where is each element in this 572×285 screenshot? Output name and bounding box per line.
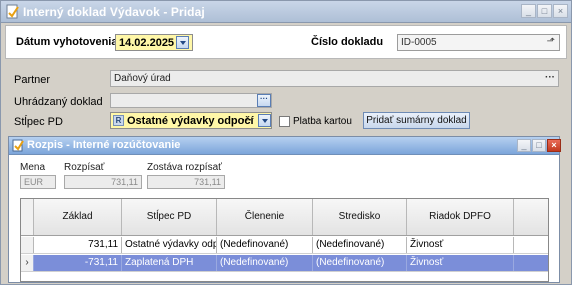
remaining-label: Zostáva rozpísať <box>147 162 222 173</box>
row-indicator <box>21 237 34 253</box>
currency-label: Mena <box>20 162 46 173</box>
main-window: Interný doklad Výdavok - Pridaj _ □ × Dá… <box>0 0 572 285</box>
add-summary-document-button[interactable]: Pridať sumárny doklad <box>363 112 470 129</box>
column-header-zaklad[interactable]: Základ <box>34 199 122 235</box>
column-header-clenenie[interactable]: Členenie <box>217 199 313 235</box>
paid-document-field[interactable] <box>110 93 272 108</box>
grid-header: Základ Stĺpec PD Členenie Stredisko Riad… <box>21 199 548 236</box>
cell-clenenie[interactable]: (Nedefinované) <box>217 255 313 271</box>
breakdown-minimize-button[interactable]: _ <box>517 139 531 152</box>
column-header-stlpec[interactable]: Stĺpec PD <box>122 199 217 235</box>
partner-value: Daňový úrad <box>114 73 171 84</box>
document-app-icon <box>12 139 24 152</box>
doc-number-label: Číslo dokladu <box>311 36 384 48</box>
breakdown-grid[interactable]: Základ Stĺpec PD Členenie Stredisko Riad… <box>20 198 549 282</box>
to-distribute-label: Rozpísať <box>64 162 105 173</box>
column-pd-field[interactable]: R Ostatné výdavky odpočíta ··· <box>110 112 272 129</box>
cell-riadok[interactable]: Živnosť <box>407 237 514 253</box>
card-payment-label: Platba kartou <box>293 116 352 127</box>
doc-number-value: ID-0005 <box>401 37 437 48</box>
header-indicator-cell <box>21 199 34 235</box>
date-dropdown-button[interactable] <box>176 36 189 49</box>
table-row[interactable]: › -731,11 Zaplatená DPH (Nedefinované) (… <box>21 255 548 272</box>
cell-zaklad[interactable]: 731,11 <box>34 237 122 253</box>
date-label: Dátum vyhotovenia <box>16 36 118 48</box>
breakdown-title: Rozpis - Interné rozúčtovanie <box>27 139 181 151</box>
doc-number-field[interactable]: ID-0005 ⬏ <box>397 34 560 51</box>
cell-riadok[interactable]: Živnosť <box>407 255 514 271</box>
partner-label: Partner <box>14 74 51 86</box>
paid-document-lookup-button[interactable]: ··· <box>257 94 271 107</box>
breakdown-close-button[interactable]: × <box>547 139 561 152</box>
column-header-stredisko[interactable]: Stredisko <box>313 199 407 235</box>
table-row[interactable]: 731,11 Ostatné výdavky odp (Nedefinované… <box>21 237 548 254</box>
column-pd-value: Ostatné výdavky odpočíta <box>127 115 254 127</box>
cell-zaklad[interactable]: -731,11 <box>34 255 122 271</box>
partner-field[interactable]: Daňový úrad ··· <box>110 70 559 87</box>
remaining-field: 731,11 <box>147 175 225 189</box>
header-band: Dátum vyhotovenia 14.02.2025 Číslo dokla… <box>5 25 567 59</box>
cell-stlpec[interactable]: Ostatné výdavky odp <box>122 237 217 253</box>
paid-document-label: Uhrádzaný doklad <box>14 96 103 108</box>
window-titlebar[interactable]: Interný doklad Výdavok - Pridaj _ □ × <box>1 1 571 23</box>
breakdown-window: Rozpis - Interné rozúčtovanie _ □ × Mena… <box>8 136 561 283</box>
edit-number-icon[interactable]: ⬏ <box>547 36 555 47</box>
partner-lookup-button[interactable]: ··· <box>545 72 555 83</box>
card-payment-checkbox[interactable] <box>279 116 290 127</box>
column-pd-lookup-button[interactable]: ··· <box>242 115 252 126</box>
to-distribute-field: 731,11 <box>64 175 142 189</box>
maximize-button[interactable]: □ <box>537 4 552 18</box>
breakdown-maximize-button[interactable]: □ <box>532 139 546 152</box>
column-header-riadok[interactable]: Riadok DPFO <box>407 199 514 235</box>
column-header-filler <box>514 199 548 235</box>
cell-stredisko[interactable]: (Nedefinované) <box>313 255 407 271</box>
record-type-icon: R <box>113 115 124 126</box>
minimize-button[interactable]: _ <box>521 4 536 18</box>
cell-stredisko[interactable]: (Nedefinované) <box>313 237 407 253</box>
date-value: 14.02.2025 <box>119 37 175 49</box>
window-title: Interný doklad Výdavok - Pridaj <box>23 5 205 19</box>
cell-stlpec[interactable]: Zaplatená DPH <box>122 255 217 271</box>
column-pd-label: Stĺpec PD <box>14 116 63 128</box>
breakdown-titlebar[interactable]: Rozpis - Interné rozúčtovanie _ □ × <box>9 137 561 155</box>
close-button[interactable]: × <box>553 4 568 18</box>
column-pd-dropdown-button[interactable] <box>258 114 271 127</box>
cell-clenenie[interactable]: (Nedefinované) <box>217 237 313 253</box>
document-app-icon <box>6 4 19 19</box>
row-indicator: › <box>21 255 34 271</box>
currency-field: EUR <box>20 175 56 189</box>
